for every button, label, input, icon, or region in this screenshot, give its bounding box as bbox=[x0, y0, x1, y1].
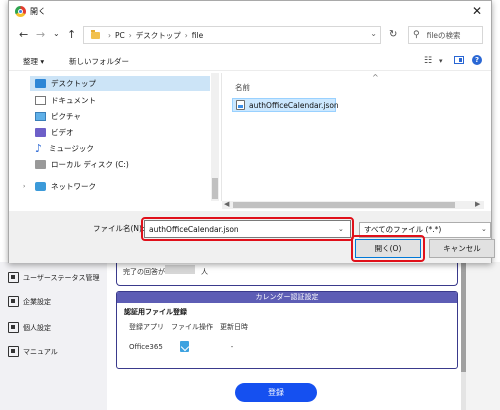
scroll-right-icon[interactable]: ▶ bbox=[475, 200, 480, 208]
tree-item-label: ピクチャ bbox=[51, 112, 81, 121]
recent-dropdown-icon[interactable]: ⌄ bbox=[53, 29, 60, 38]
organize-menu[interactable]: 整理 ▾ bbox=[23, 56, 44, 67]
file-list-hscroll-thumb[interactable] bbox=[233, 202, 455, 208]
up-arrow-icon[interactable]: ↑ bbox=[67, 28, 76, 41]
tree-scrollbar-thumb[interactable] bbox=[212, 178, 218, 199]
sidebar-item-personal[interactable]: 個人設定 bbox=[8, 322, 51, 333]
back-arrow-icon[interactable]: ← bbox=[19, 28, 28, 41]
chevron-right-icon[interactable]: › bbox=[108, 31, 111, 40]
app-sidebar bbox=[0, 262, 107, 410]
tree-item-label: ビデオ bbox=[51, 128, 74, 137]
sidebar-item-user-status[interactable]: ユーザーステータス管理 bbox=[8, 272, 100, 283]
column-header-name[interactable]: 名前 bbox=[235, 82, 250, 93]
filename-input[interactable] bbox=[144, 220, 351, 238]
app-name: Office365 bbox=[129, 342, 163, 351]
file-name: authOfficeCalendar.json bbox=[249, 100, 339, 110]
navigation-bar: ← → ⌄ ↑ › PC › デスクトップ › file ⌄ ↻ ⚲ bbox=[9, 23, 491, 47]
filename-label: ファイル名(N): bbox=[93, 224, 145, 233]
table-row: Office365 - bbox=[129, 341, 457, 352]
pictures-icon bbox=[35, 112, 46, 121]
chevron-down-icon[interactable]: ⌄ bbox=[338, 225, 344, 233]
new-folder-button[interactable]: 新しいフォルダー bbox=[69, 56, 129, 67]
search-box[interactable]: ⚲ bbox=[408, 26, 483, 44]
answer-status-text: 完了の回答が bbox=[123, 268, 165, 276]
tree-item-music[interactable]: ♪ ミュージック bbox=[35, 141, 94, 156]
chevron-down-icon[interactable]: ⌄ bbox=[370, 29, 377, 38]
file-list-pane: ^ 名前 authOfficeCalendar.json bbox=[222, 73, 484, 201]
calendar-auth-header: カレンダー認証設定 bbox=[117, 292, 457, 303]
tree-item-label: ローカル ディスク (C:) bbox=[51, 160, 129, 169]
desktop-icon bbox=[35, 79, 46, 88]
view-options-icon[interactable]: ☷ bbox=[424, 56, 432, 66]
dialog-titlebar[interactable]: 開く ✕ bbox=[9, 1, 491, 21]
user-status-icon bbox=[8, 272, 19, 283]
search-input[interactable] bbox=[426, 30, 477, 40]
sidebar-item-label: 企業設定 bbox=[23, 297, 51, 306]
view-dropdown-icon[interactable]: ▾ bbox=[439, 57, 443, 65]
address-bar[interactable]: › PC › デスクトップ › file ⌄ bbox=[83, 26, 381, 44]
register-button[interactable]: 登録 bbox=[235, 383, 317, 402]
search-icon: ⚲ bbox=[413, 30, 420, 40]
chevron-right-icon[interactable]: › bbox=[23, 183, 25, 190]
cancel-button[interactable]: キャンセル bbox=[429, 239, 495, 258]
updated-value: - bbox=[230, 342, 234, 351]
auth-file-subheading: 認証用ファイル登録 bbox=[124, 308, 187, 316]
documents-icon bbox=[35, 96, 46, 105]
auth-file-columns: 登録アプリ ファイル操作 更新日時 bbox=[129, 322, 457, 332]
sort-caret-icon: ^ bbox=[372, 73, 379, 82]
folder-icon bbox=[91, 29, 100, 39]
column-app: 登録アプリ bbox=[129, 323, 164, 331]
breadcrumb-file[interactable]: file bbox=[192, 31, 203, 40]
open-button[interactable]: 開く(O) bbox=[355, 239, 421, 258]
help-icon[interactable]: ? bbox=[472, 55, 482, 65]
tree-item-videos[interactable]: ビデオ bbox=[35, 125, 74, 140]
close-icon[interactable]: ✕ bbox=[472, 4, 482, 18]
json-file-icon bbox=[236, 100, 245, 110]
tree-item-label: ネットワーク bbox=[51, 182, 96, 191]
chevron-right-icon[interactable]: › bbox=[129, 31, 132, 40]
command-toolbar: 整理 ▾ 新しいフォルダー ☷ ▾ ? bbox=[9, 49, 491, 71]
tree-item-desktop[interactable]: デスクトップ bbox=[30, 76, 210, 91]
preview-pane-icon[interactable] bbox=[454, 56, 464, 64]
network-icon bbox=[35, 182, 46, 191]
forward-arrow-icon[interactable]: → bbox=[36, 28, 45, 41]
manual-icon bbox=[8, 346, 19, 357]
breadcrumb-desktop[interactable]: デスクトップ bbox=[136, 30, 181, 41]
dialog-title: 開く bbox=[30, 7, 46, 16]
page-right-gutter bbox=[466, 262, 500, 410]
calendar-auth-panel: カレンダー認証設定 認証用ファイル登録 登録アプリ ファイル操作 更新日時 Of… bbox=[116, 291, 458, 369]
person-icon bbox=[8, 322, 19, 333]
music-icon: ♪ bbox=[35, 142, 43, 155]
open-file-dialog: 開く ✕ ← → ⌄ ↑ › PC › デスクトップ › file ⌄ ↻ ⚲ … bbox=[8, 0, 495, 263]
chevron-down-icon[interactable]: ⌄ bbox=[481, 225, 487, 233]
breadcrumb-pc[interactable]: PC bbox=[115, 31, 125, 40]
column-file-op: ファイル操作 bbox=[171, 323, 213, 331]
redacted-count bbox=[165, 265, 195, 274]
chrome-icon bbox=[15, 6, 26, 17]
tree-item-label: デスクトップ bbox=[51, 79, 96, 88]
chevron-right-icon[interactable]: › bbox=[185, 31, 188, 40]
sidebar-item-label: ユーザーステータス管理 bbox=[23, 273, 100, 282]
scroll-left-icon[interactable]: ◀ bbox=[224, 200, 229, 208]
tree-item-label: ドキュメント bbox=[51, 96, 96, 105]
disk-icon bbox=[35, 160, 46, 169]
answer-status-panel: 完了の回答が 人 bbox=[116, 262, 458, 286]
tree-item-local-disk[interactable]: ローカル ディスク (C:) bbox=[35, 157, 129, 172]
file-item[interactable]: authOfficeCalendar.json bbox=[232, 98, 339, 112]
upload-file-icon[interactable] bbox=[179, 341, 189, 352]
sidebar-item-company[interactable]: 企業設定 bbox=[8, 296, 51, 307]
tree-item-documents[interactable]: ドキュメント bbox=[35, 93, 96, 108]
tree-item-label: ミュージック bbox=[49, 144, 94, 153]
videos-icon bbox=[35, 128, 46, 137]
sidebar-item-label: マニュアル bbox=[23, 347, 58, 356]
answer-status-suffix: 人 bbox=[201, 268, 208, 276]
refresh-icon[interactable]: ↻ bbox=[389, 29, 397, 40]
navigation-tree: デスクトップ ドキュメント ピクチャ ビデオ ♪ ミュージック ローカル ディス… bbox=[21, 73, 210, 201]
sidebar-item-label: 個人設定 bbox=[23, 323, 51, 332]
column-updated: 更新日時 bbox=[220, 323, 248, 331]
sidebar-item-manual[interactable]: マニュアル bbox=[8, 346, 58, 357]
tree-item-pictures[interactable]: ピクチャ bbox=[35, 109, 81, 124]
tree-item-network[interactable]: ネットワーク bbox=[35, 179, 96, 194]
company-icon bbox=[8, 296, 19, 307]
